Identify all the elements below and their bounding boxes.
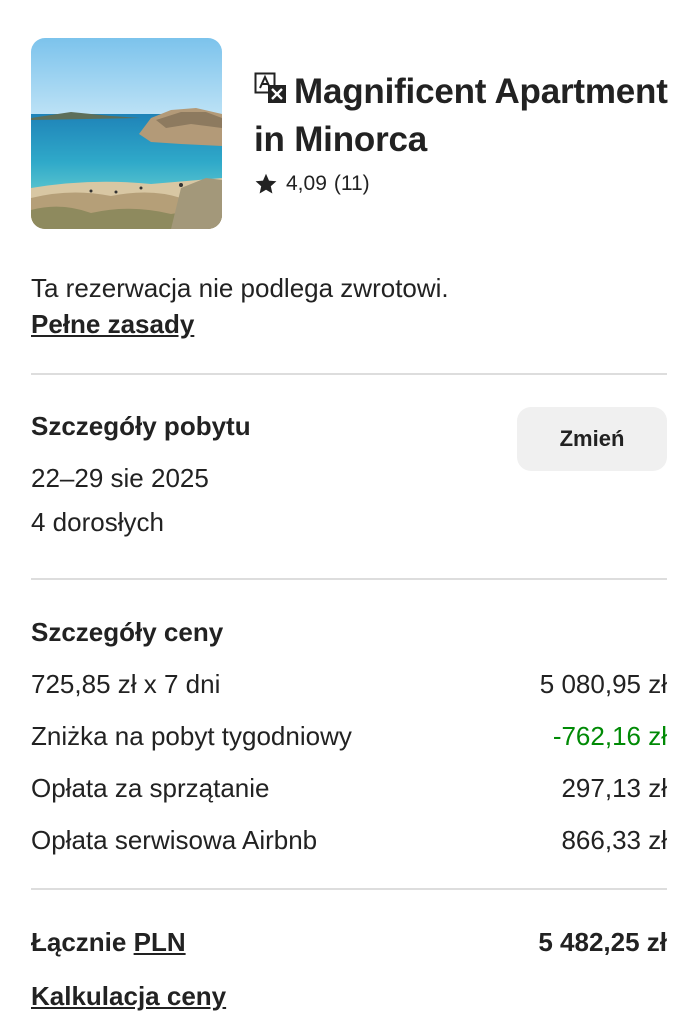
price-line-label: Opłata za sprzątanie <box>31 773 270 803</box>
stay-details-heading: Szczegóły pobytu <box>31 411 251 441</box>
total-amount: 5 482,25 zł <box>538 927 667 957</box>
rating-row: 4,09 (11) <box>254 170 370 198</box>
star-icon <box>255 173 277 194</box>
price-line-weekly-discount: Zniżka na pobyt tygodniowy -762,16 zł <box>31 718 667 754</box>
rating-value: 4,09 <box>286 172 327 195</box>
price-line-cleaning-fee: Opłata za sprzątanie 297,13 zł <box>31 770 667 806</box>
price-line-service-fee: Opłata serwisowa Airbnb 866,33 zł <box>31 822 667 858</box>
divider <box>31 578 667 580</box>
full-policy-link[interactable]: Pełne zasady <box>31 306 194 342</box>
divider <box>31 888 667 890</box>
change-button[interactable]: Zmień <box>517 407 667 471</box>
price-line-amount: 5 080,95 zł <box>539 669 667 699</box>
price-details-heading: Szczegóły ceny <box>31 617 224 647</box>
total-label-group: Łącznie PLN <box>31 924 186 960</box>
guest-count: 4 dorosłych <box>31 507 164 537</box>
price-line-amount: 866,33 zł <box>561 825 667 855</box>
divider <box>31 373 667 375</box>
price-breakdown-link[interactable]: Kalkulacja ceny <box>31 978 226 1014</box>
review-count: (11) <box>333 172 370 195</box>
price-line-label: Zniżka na pobyt tygodniowy <box>31 721 352 751</box>
discount-amount: -762,16 zł <box>552 721 667 751</box>
price-line-label: 725,85 zł x 7 dni <box>31 669 221 699</box>
currency-link[interactable]: PLN <box>134 927 186 957</box>
price-line-amount: 297,13 zł <box>561 773 667 803</box>
total-row: Łącznie PLN 5 482,25 zł <box>31 924 667 960</box>
price-line-label: Opłata serwisowa Airbnb <box>31 825 318 855</box>
total-label: Łącznie <box>31 927 127 957</box>
listing-title: Magnificent Apartment in Minorca <box>254 72 668 159</box>
stay-dates: 22–29 sie 2025 <box>31 463 209 493</box>
cancellation-policy-text: Ta rezerwacja nie podlega zwrotowi. <box>31 273 449 303</box>
price-line-nightly: 725,85 zł x 7 dni 5 080,95 zł <box>31 666 667 702</box>
listing-thumbnail <box>31 38 222 229</box>
